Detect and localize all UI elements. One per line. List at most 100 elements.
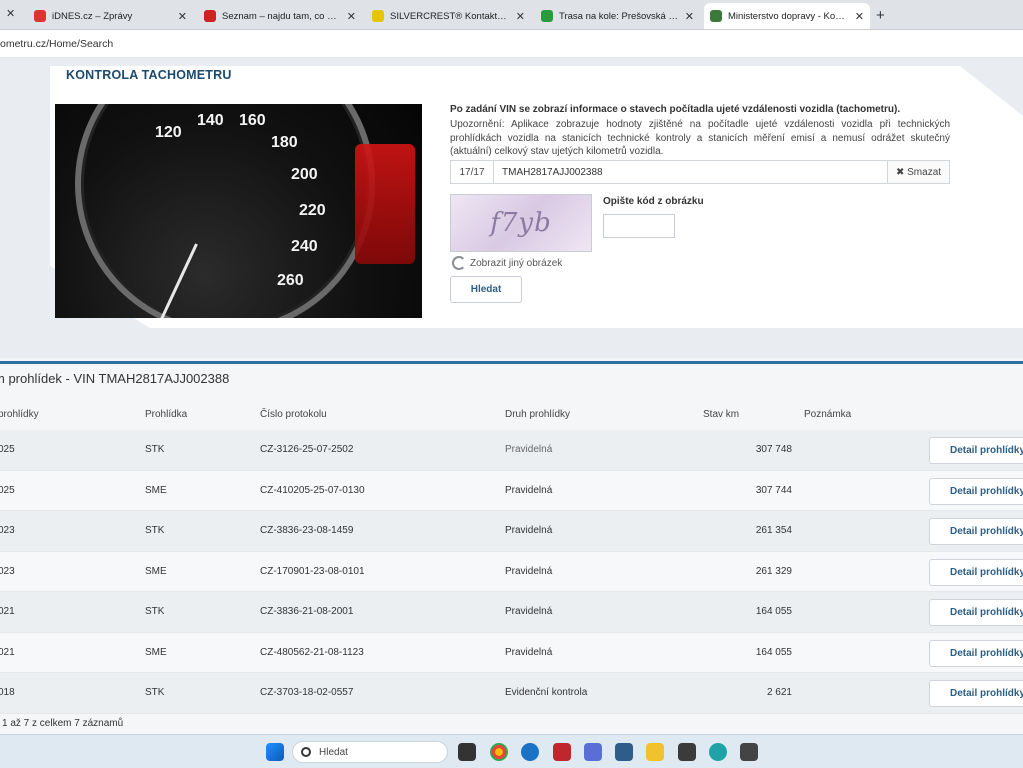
cell-protocol: CZ-3126-25-07-2502: [260, 444, 354, 455]
reload-captcha-label: Zobrazit jiný obrázek: [470, 257, 563, 269]
taskbar-search-label: Hledat: [319, 746, 348, 758]
vin-input-group: 17/17 TMAH2817AJJ002388 ✖ Smazat: [450, 160, 950, 184]
vin-char-count: 17/17: [451, 161, 494, 183]
speedo-number: 160: [239, 112, 266, 129]
speedo-number: 140: [197, 112, 224, 129]
tool-icon[interactable]: [678, 743, 696, 761]
cell-type: STK: [145, 525, 165, 536]
cell-type: SME: [145, 484, 167, 496]
browser-tab[interactable]: SILVERCREST® Kontaktní gril S ✕: [366, 3, 531, 29]
windows-taskbar: Hledat: [0, 734, 1023, 768]
detail-button[interactable]: Detail prohlídky: [929, 437, 1023, 464]
tab-title: iDNES.cz – Zprávy: [52, 10, 133, 22]
windows-start-icon[interactable]: [266, 743, 284, 761]
table-row: 021 STK CZ-3836-21-08-2001 Pravidelná 164 05…: [0, 592, 1023, 633]
cell-type: SME: [145, 565, 167, 577]
cell-kind: Pravidelná: [505, 565, 553, 577]
column-header-kind[interactable]: Druh prohlídky: [505, 409, 570, 420]
cell-km: 261 354: [755, 525, 792, 536]
favicon-icon: [372, 10, 384, 22]
address-bar[interactable]: ometru.cz/Home/Search: [0, 30, 1023, 58]
search-button[interactable]: Hledat: [450, 276, 522, 303]
browser-tab[interactable]: Ministerstvo dopravy - Kontrola ✕: [704, 3, 870, 29]
clear-button[interactable]: ✖ Smazat: [887, 161, 949, 183]
folder-icon[interactable]: [646, 743, 664, 761]
hero-section: KONTROLA TACHOMETRU 120 140 160 180 200 …: [0, 58, 1023, 358]
edge-icon[interactable]: [521, 743, 539, 761]
page-content: KONTROLA TACHOMETRU 120 140 160 180 200 …: [0, 58, 1023, 734]
cell-protocol: CZ-3836-21-08-2001: [260, 606, 354, 617]
table-row: 023 SME CZ-170901-23-08-0101 Pravidelná 261 …: [0, 551, 1023, 592]
pagination-info: 1 až 7 z celkem 7 záznamů: [2, 718, 124, 729]
cell-kind: Pravidelná: [505, 444, 553, 455]
table-row: 021 SME CZ-480562-21-08-1123 Pravidelná 164 …: [0, 632, 1023, 673]
browser-tab[interactable]: Trasa na kole: Prešovská 245/5 ✕: [535, 3, 700, 29]
results-table: 025 STK CZ-3126-25-07-2502 Pravidelná 307 74…: [0, 430, 1023, 714]
app-icon[interactable]: [553, 743, 571, 761]
info-title: Po zadání VIN se zobrazí informace o sta…: [450, 104, 901, 115]
column-header-date[interactable]: prohlídky: [0, 409, 39, 420]
vin-input[interactable]: TMAH2817AJJ002388: [494, 167, 887, 178]
detail-button[interactable]: Detail prohlídky: [929, 518, 1023, 545]
favicon-icon: [710, 10, 722, 22]
captcha-image: f7yb: [450, 194, 592, 252]
detail-button[interactable]: Detail prohlídky: [929, 477, 1023, 505]
cell-protocol: CZ-3836-23-08-1459: [260, 525, 354, 536]
speedo-number: 260: [277, 272, 304, 289]
reload-captcha-link[interactable]: Zobrazit jiný obrázek: [452, 256, 562, 270]
column-header-type[interactable]: Prohlídka: [145, 409, 187, 420]
table-row: 018 STK CZ-3703-18-02-0557 Evidenční kontro…: [0, 673, 1023, 714]
cell-protocol: CZ-410205-25-07-0130: [260, 484, 365, 496]
cell-date: 021: [0, 606, 15, 617]
cell-date: 023: [0, 525, 15, 536]
browser-icon[interactable]: [709, 743, 727, 761]
refresh-icon: [452, 256, 466, 270]
column-header-note[interactable]: Poznámka: [804, 409, 851, 420]
table-header: prohlídky Prohlídka Číslo protokolu Druh…: [0, 406, 1023, 426]
teams-icon[interactable]: [584, 743, 602, 761]
close-tab-icon[interactable]: ✕: [855, 10, 864, 23]
close-icon[interactable]: ✕: [6, 7, 15, 20]
tab-title: SILVERCREST® Kontaktní gril S: [390, 10, 510, 22]
results-section: m prohlídek - VIN TMAH2817AJJ002388 proh…: [0, 364, 1023, 734]
favicon-icon: [34, 10, 46, 22]
table-row: 025 SME CZ-410205-25-07-0130 Pravidelná 307 …: [0, 470, 1023, 511]
close-tab-icon[interactable]: ✕: [178, 10, 187, 23]
browser-tab[interactable]: iDNES.cz – Zprávy ✕: [28, 3, 193, 29]
game-icon[interactable]: [740, 743, 758, 761]
column-header-protocol[interactable]: Číslo protokolu: [260, 409, 327, 420]
speedo-number: 240: [291, 238, 318, 255]
cell-km: 261 329: [755, 565, 792, 577]
table-row: 025 STK CZ-3126-25-07-2502 Pravidelná 307 74…: [0, 430, 1023, 471]
speedo-number: 180: [271, 134, 298, 151]
url-text[interactable]: ometru.cz/Home/Search: [0, 38, 113, 50]
store-icon[interactable]: [615, 743, 633, 761]
detail-button[interactable]: Detail prohlídky: [929, 639, 1023, 667]
cell-date: 025: [0, 444, 15, 455]
cell-kind: Pravidelná: [505, 646, 553, 658]
detail-button[interactable]: Detail prohlídky: [929, 599, 1023, 626]
favicon-icon: [204, 10, 216, 22]
close-tab-icon[interactable]: ✕: [347, 10, 356, 23]
speedometer-image: 120 140 160 180 200 220 240 260: [55, 104, 422, 318]
search-icon: [301, 747, 311, 757]
detail-button[interactable]: Detail prohlídky: [929, 558, 1023, 586]
close-tab-icon[interactable]: ✕: [516, 10, 525, 23]
task-view-icon[interactable]: [458, 743, 476, 761]
detail-button[interactable]: Detail prohlídky: [929, 680, 1023, 707]
tab-title: Trasa na kole: Prešovská 245/5: [559, 10, 679, 22]
chrome-icon[interactable]: [490, 743, 508, 761]
close-tab-icon[interactable]: ✕: [685, 10, 694, 23]
column-header-km[interactable]: Stav km: [703, 409, 739, 420]
cell-km: 307 748: [755, 444, 792, 455]
cell-type: STK: [145, 606, 165, 617]
browser-tab[interactable]: Seznam – najdu tam, co neznám ✕: [198, 3, 362, 29]
new-tab-button[interactable]: +: [876, 7, 885, 24]
taskbar-search[interactable]: Hledat: [292, 741, 448, 763]
cell-kind: Pravidelná: [505, 525, 553, 536]
tab-title: Seznam – najdu tam, co neznám: [222, 10, 341, 22]
table-row: 023 STK CZ-3836-23-08-1459 Pravidelná 261 35…: [0, 511, 1023, 552]
speedo-number: 120: [155, 124, 182, 141]
captcha-input[interactable]: [603, 214, 675, 238]
cell-type: STK: [145, 687, 165, 698]
